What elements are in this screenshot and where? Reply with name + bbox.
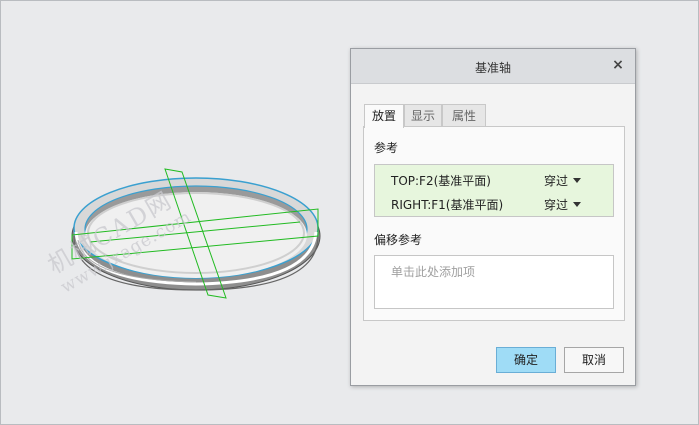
references-collector[interactable]: TOP:F2(基准平面) 穿过 RIGHT:F1(基准平面) 穿过 — [374, 164, 614, 217]
chevron-down-icon[interactable] — [573, 202, 581, 207]
offset-references-label: 偏移参考 — [374, 233, 423, 247]
offset-references-collector[interactable]: 单击此处添加项 — [374, 255, 614, 309]
reference-name: TOP:F2(基准平面) — [391, 174, 491, 188]
offset-placeholder: 单击此处添加项 — [391, 265, 476, 279]
constraint-dropdown[interactable]: 穿过 — [544, 172, 568, 189]
dialog-titlebar[interactable]: 基准轴 × — [351, 49, 635, 84]
ok-button[interactable]: 确定 — [496, 347, 556, 373]
cancel-button[interactable]: 取消 — [564, 347, 624, 373]
chevron-down-icon[interactable] — [573, 178, 581, 183]
tab-properties[interactable]: 属性 — [442, 104, 486, 127]
tab-placement[interactable]: 放置 — [364, 104, 404, 128]
tab-display[interactable]: 显示 — [404, 104, 442, 127]
constraint-dropdown[interactable]: 穿过 — [544, 196, 568, 213]
reference-row[interactable]: RIGHT:F1(基准平面) 穿过 — [375, 192, 613, 214]
references-label: 参考 — [374, 141, 399, 155]
placement-panel: 参考 TOP:F2(基准平面) 穿过 RIGHT:F1(基准平面) 穿过 偏移参… — [363, 126, 625, 321]
dialog-title: 基准轴 — [474, 61, 511, 75]
close-icon[interactable]: × — [609, 56, 627, 74]
reference-row[interactable]: TOP:F2(基准平面) 穿过 — [375, 168, 613, 190]
reference-name: RIGHT:F1(基准平面) — [391, 198, 504, 212]
datum-axis-dialog: 基准轴 × 放置 显示 属性 参考 TOP:F2(基准平面) 穿过 RIGHT:… — [350, 48, 636, 386]
